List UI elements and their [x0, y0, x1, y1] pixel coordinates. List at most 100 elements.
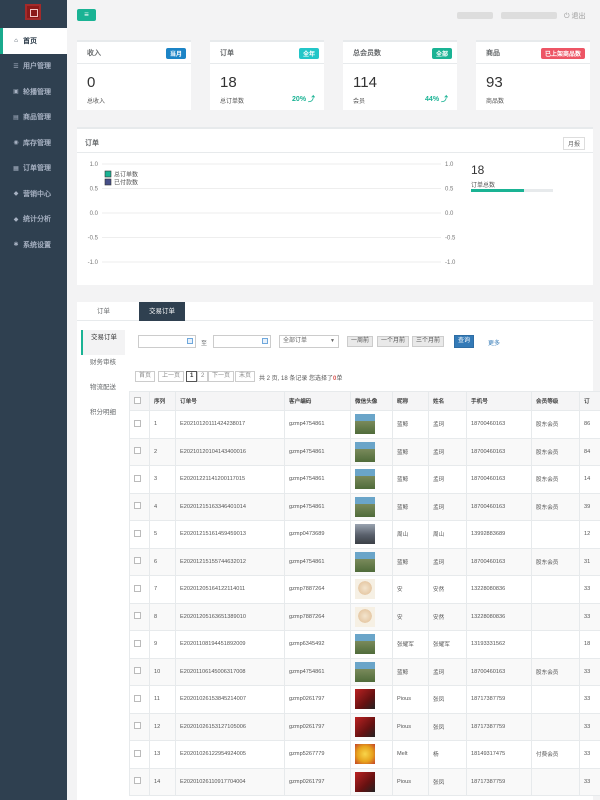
page-1-button[interactable]: 1 — [186, 371, 198, 382]
table-row[interactable]: 2 E20210120104143400016 gzmp4754861 蓝鲸 孟珂 187… — [129, 437, 600, 466]
stat-badge: 已上架商品数 — [540, 48, 585, 59]
table-row[interactable]: 11 E20201026153845214007 gzmp0261797 Pious 张… — [129, 685, 600, 714]
page-2-button[interactable]: 2 — [197, 371, 209, 382]
start-date-input[interactable] — [138, 335, 196, 348]
row-checkbox-cell[interactable] — [129, 657, 150, 686]
sidebar-item-gears[interactable]: ✱ 系统设置 — [0, 232, 67, 258]
row-checkbox-cell[interactable] — [129, 712, 150, 741]
row-checkbox-cell[interactable] — [129, 602, 150, 631]
legend-swatch[interactable] — [104, 170, 112, 178]
subnav-logistics[interactable]: 物流配送 — [81, 380, 125, 405]
row-checkbox[interactable] — [134, 474, 141, 482]
row-checkbox[interactable] — [134, 502, 141, 510]
row-checkbox[interactable] — [134, 722, 141, 730]
table-row[interactable]: 6 E20201215155744632012 gzmp4754861 蓝鲸 孟珂 187… — [129, 547, 600, 576]
row-checkbox[interactable] — [134, 584, 141, 592]
row-checkbox-cell[interactable] — [129, 520, 150, 549]
calendar-icon: ▦ — [13, 165, 19, 172]
table-row[interactable]: 10 E20201106145006317008 gzmp4754861 蓝鲸 孟珂 18… — [129, 657, 600, 686]
row-checkbox-cell[interactable] — [129, 740, 150, 769]
select-all-checkbox[interactable] — [134, 396, 141, 404]
sidebar-item-users[interactable]: ☰ 用户管理 — [0, 54, 67, 80]
row-checkbox-cell[interactable] — [129, 437, 150, 466]
more-filters-link[interactable]: 更多 — [488, 338, 500, 347]
logout-button[interactable]: ⏻ 退出 — [564, 11, 585, 21]
sidebar-item-tags[interactable]: ◆ 统计分析 — [0, 207, 67, 233]
range-month-button[interactable]: 一个月前 — [377, 336, 410, 347]
table-row[interactable]: 8 E20201205163651389010 gzmp7887264 安安然 1322… — [129, 602, 600, 631]
sidebar-item-calendar[interactable]: ▦ 订单管理 — [0, 156, 67, 182]
stat-title: 总会员数 — [353, 50, 381, 57]
menu-toggle-button[interactable]: ≡ — [77, 9, 96, 21]
first-page-button[interactable]: 首页 — [135, 371, 156, 382]
y-tick-left: 0.0 — [90, 211, 99, 217]
row-checkbox-cell[interactable] — [129, 547, 150, 576]
sidebar-item-home[interactable]: ⌂ 首页 — [0, 28, 67, 54]
table-row[interactable]: 1 E20210120111424238017 gzmp4754861 蓝鲸 孟珂 187… — [129, 410, 600, 439]
sidebar-item-tag[interactable]: ◆ 营销中心 — [0, 181, 67, 207]
row-checkbox[interactable] — [134, 529, 141, 537]
row-checkbox[interactable] — [134, 667, 141, 675]
cell-order: E20201215163346401014 — [175, 492, 285, 521]
order-chart-panel: 订单 月报 1.0 1.0 0.5 0.5 0.0 0.0 -0.5 -0.5 -1.0 -1.0… — [77, 127, 593, 285]
table-row[interactable]: 13 E20201026122954924005 gzmp5267779 Melt 杨 1… — [129, 740, 600, 769]
table-row[interactable]: 9 E20201108194451892009 gzmp6345492 张耀军 张耀军 1… — [129, 630, 600, 659]
row-checkbox[interactable] — [134, 749, 141, 757]
row-checkbox-cell[interactable] — [129, 630, 150, 659]
row-checkbox[interactable] — [134, 612, 141, 620]
column-header[interactable] — [129, 391, 150, 411]
avatar — [355, 524, 375, 545]
next-page-button[interactable]: 下一页 — [208, 371, 235, 382]
brand-logo[interactable] — [25, 4, 41, 20]
row-checkbox[interactable] — [134, 777, 141, 785]
row-checkbox-cell[interactable] — [129, 492, 150, 521]
row-checkbox-cell[interactable] — [129, 410, 150, 439]
range-three-months-button[interactable]: 三个月前 — [412, 336, 445, 347]
row-checkbox[interactable] — [134, 447, 141, 455]
avatar — [355, 634, 375, 655]
row-checkbox-cell[interactable] — [129, 685, 150, 714]
cell-nick: Pious — [392, 767, 429, 796]
table-row[interactable]: 5 E20201215161459459013 gzmp0473689 周山 周山 139… — [129, 520, 600, 549]
row-checkbox[interactable] — [134, 694, 141, 702]
cell-extra: 33 — [579, 767, 600, 796]
sidebar-item-box[interactable]: ▤ 商品管理 — [0, 105, 67, 131]
cell-order: E20201205164122114011 — [175, 575, 285, 604]
row-checkbox-cell[interactable] — [129, 465, 150, 494]
sidebar-item-image[interactable]: ▣ 轮播管理 — [0, 79, 67, 105]
prev-page-button[interactable]: 上一页 — [158, 371, 185, 382]
row-checkbox-cell[interactable] — [129, 575, 150, 604]
table-row[interactable]: 14 E20201026110917704004 gzmp0261797 Pious 张… — [129, 767, 600, 796]
cell-order: E20210120111424238017 — [175, 410, 285, 439]
table-row[interactable]: 7 E20201205164122114011 gzmp7887264 安安然 1322… — [129, 575, 600, 604]
table-row[interactable]: 3 E20201221141200117015 gzmp4754861 蓝鲸 孟珂 187… — [129, 465, 600, 494]
cell-cust: gzmp0261797 — [284, 685, 351, 714]
tab-trade-orders[interactable]: 交易订单 — [139, 302, 185, 321]
row-checkbox[interactable] — [134, 639, 141, 647]
row-checkbox-cell[interactable] — [129, 767, 150, 796]
stat-divider — [210, 63, 324, 64]
end-date-input[interactable] — [213, 335, 271, 348]
cell-n: 5 — [149, 520, 176, 549]
subnav-points-detail[interactable]: 积分明细 — [81, 405, 125, 430]
subnav-finance-audit[interactable]: 财务审核 — [81, 355, 125, 380]
tab-orders[interactable]: 订单 — [87, 302, 120, 321]
sidebar-item-stock[interactable]: ◉ 库存管理 — [0, 130, 67, 156]
hamburger-icon: ≡ — [84, 10, 89, 19]
cell-order: E20201215155744632012 — [175, 547, 285, 576]
cell-n: 14 — [149, 767, 176, 796]
legend-swatch[interactable] — [104, 178, 112, 186]
cell-phone: 18700460163 — [466, 492, 532, 521]
subnav-trade-orders[interactable]: 交易订单 — [81, 330, 125, 355]
row-checkbox[interactable] — [134, 557, 141, 565]
cell-order: E20201026110917704004 — [175, 767, 285, 796]
range-week-button[interactable]: 一周前 — [347, 336, 374, 347]
table-row[interactable]: 4 E20201215163346401014 gzmp4754861 蓝鲸 孟珂 187… — [129, 492, 600, 521]
last-page-button[interactable]: 末页 — [235, 371, 256, 382]
stat-divider — [343, 63, 457, 64]
search-button[interactable]: 查询 — [454, 335, 475, 348]
row-checkbox[interactable] — [134, 419, 141, 427]
table-row[interactable]: 12 E20201026153127105006 gzmp0261797 Pious 张… — [129, 712, 600, 741]
cell-level — [531, 520, 580, 549]
order-type-select[interactable]: 全部订单 ▼ — [279, 335, 339, 348]
